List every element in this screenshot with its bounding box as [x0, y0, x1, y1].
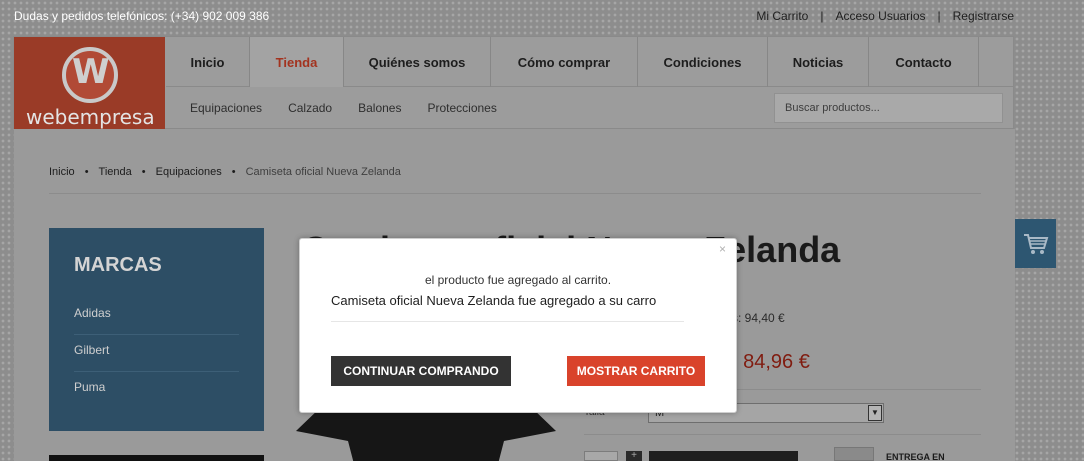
nav-item-noticias[interactable]: Noticias	[768, 37, 869, 87]
brand-item-gilbert[interactable]: Gilbert	[74, 335, 239, 372]
modal-divider	[331, 321, 684, 322]
separator: |	[820, 9, 824, 23]
nav-item-condiciones[interactable]: Condiciones	[638, 37, 768, 87]
separator: |	[937, 9, 941, 23]
breadcrumb-inicio[interactable]: Inicio	[49, 166, 75, 178]
nav-item-tienda[interactable]: Tienda	[250, 37, 344, 87]
breadcrumb-bullet: •	[231, 166, 236, 178]
chevron-down-icon: ▼	[868, 405, 882, 421]
search-input[interactable]: Buscar productos...	[774, 93, 1003, 123]
nav-item-quienes-somos[interactable]: Quiénes somos	[344, 37, 491, 87]
sub-nav: Equipaciones Calzado Balones Proteccione…	[190, 101, 497, 115]
brand-item-adidas[interactable]: Adidas	[74, 298, 239, 335]
breadcrumb-current: Camiseta oficial Nueva Zelanda	[245, 166, 401, 178]
breadcrumb-bullet: •	[141, 166, 146, 178]
user-access-link[interactable]: Acceso Usuarios	[835, 9, 925, 23]
old-price: s: 94,40 €	[732, 311, 785, 325]
quantity-plus-button[interactable]: +	[626, 451, 642, 461]
main-nav: Inicio Tienda Quiénes somos Cómo comprar…	[166, 37, 1014, 87]
brand-item-puma[interactable]: Puma	[74, 372, 239, 409]
floating-cart-button[interactable]	[1015, 219, 1056, 268]
add-to-cart-button[interactable]	[649, 451, 798, 461]
breadcrumb: Inicio • Tienda • Equipaciones • Camiset…	[49, 166, 401, 178]
delivery-label: ENTREGA EN	[886, 452, 945, 461]
show-cart-button[interactable]: MOSTRAR CARRITO	[567, 356, 705, 386]
subnav-item-balones[interactable]: Balones	[358, 101, 401, 115]
nav-item-contacto[interactable]: Contacto	[869, 37, 979, 87]
product-price: : 84,96 €	[732, 351, 810, 374]
brands-list: Adidas Gilbert Puma	[74, 298, 239, 409]
sidebar-block	[49, 455, 264, 461]
brands-panel: MARCAS Adidas Gilbert Puma	[49, 228, 264, 431]
subnav-item-calzado[interactable]: Calzado	[288, 101, 332, 115]
subnav-item-protecciones[interactable]: Protecciones	[427, 101, 496, 115]
logo-letter: W	[72, 52, 110, 92]
continue-shopping-button[interactable]: CONTINUAR COMPRANDO	[331, 356, 511, 386]
nav-item-inicio[interactable]: Inicio	[166, 37, 250, 87]
close-icon[interactable]: ×	[719, 242, 726, 256]
account-links: Mi Carrito | Acceso Usuarios | Registrar…	[756, 9, 1014, 23]
cart-icon	[1023, 233, 1048, 254]
product-image[interactable]	[296, 411, 556, 461]
quantity-input[interactable]	[584, 451, 618, 461]
added-to-cart-modal: × el producto fue agregado al carrito. C…	[299, 238, 737, 413]
truck-icon	[834, 447, 874, 461]
logo[interactable]: W webempresa	[14, 37, 165, 129]
brands-title: MARCAS	[74, 254, 162, 276]
my-cart-link[interactable]: Mi Carrito	[756, 9, 808, 23]
breadcrumb-bullet: •	[84, 166, 89, 178]
divider	[584, 434, 981, 435]
price-value: 84,96 €	[743, 351, 810, 373]
register-link[interactable]: Registrarse	[953, 9, 1014, 23]
site-header: W webempresa Inicio Tienda Quiénes somos…	[13, 36, 1014, 129]
top-bar: Dudas y pedidos telefónicos: (+34) 902 0…	[0, 0, 1084, 34]
divider	[49, 193, 981, 194]
modal-detail: Camiseta oficial Nueva Zelanda fue agreg…	[331, 293, 657, 308]
phone-info: Dudas y pedidos telefónicos: (+34) 902 0…	[14, 9, 270, 23]
logo-brand: webempresa	[26, 105, 155, 129]
modal-message: el producto fue agregado al carrito.	[424, 273, 612, 287]
nav-item-como-comprar[interactable]: Cómo comprar	[491, 37, 638, 87]
breadcrumb-equipaciones[interactable]: Equipaciones	[156, 166, 222, 178]
breadcrumb-tienda[interactable]: Tienda	[99, 166, 132, 178]
subnav-item-equipaciones[interactable]: Equipaciones	[190, 101, 262, 115]
